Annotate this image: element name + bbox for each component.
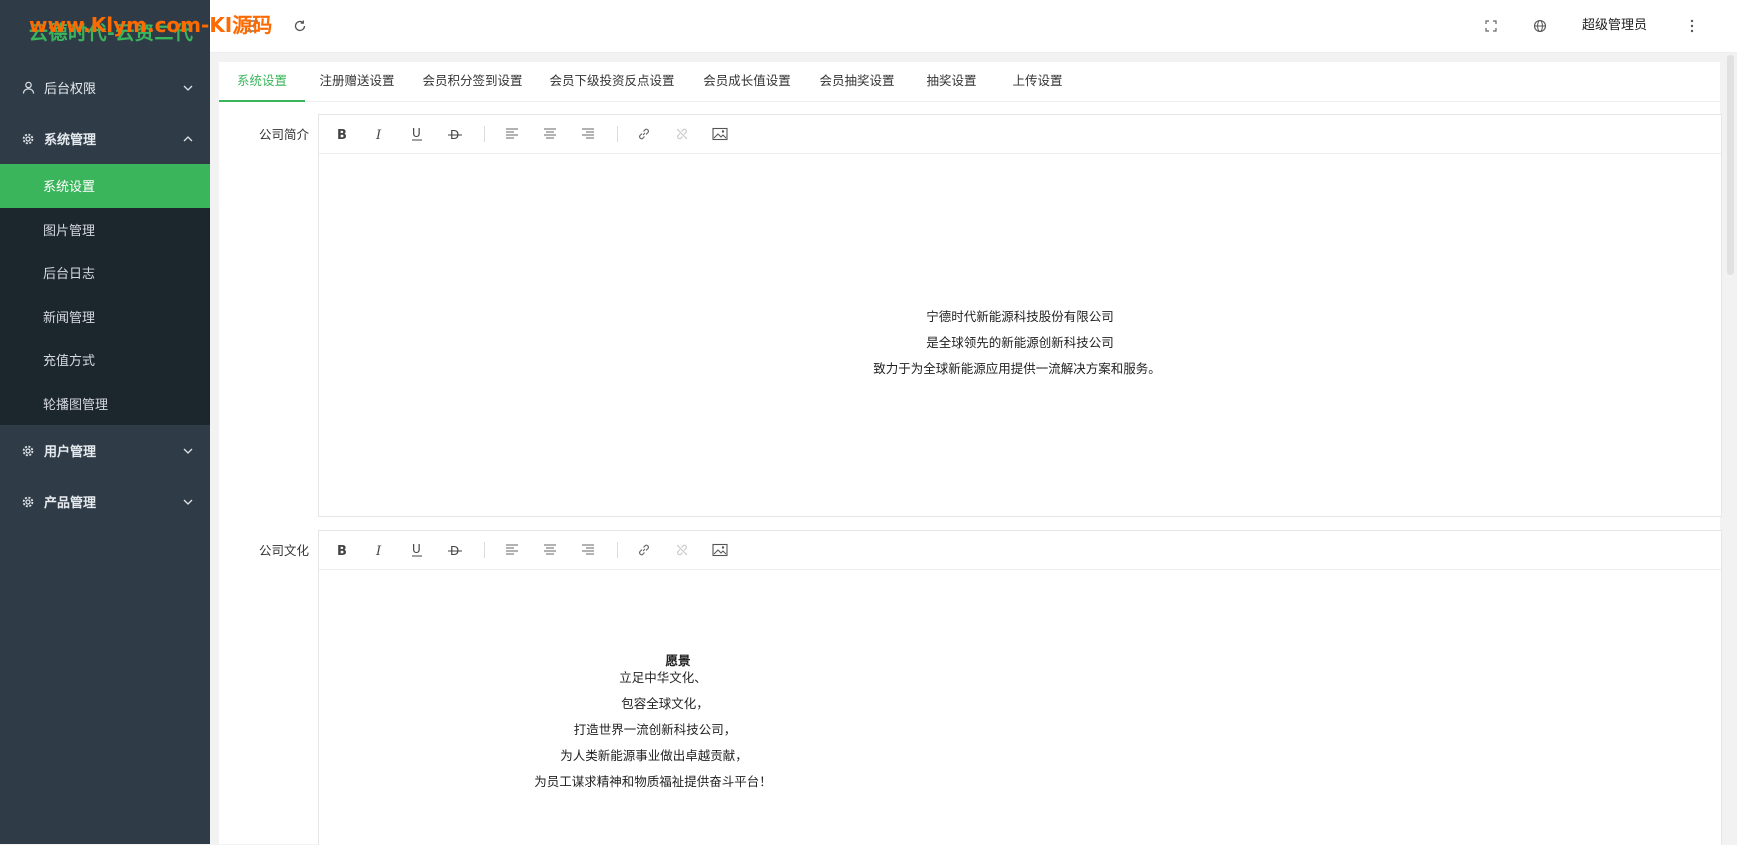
tab-downline-rebate[interactable]: 会员下级投资反点设置 <box>547 62 677 100</box>
tab-member-lottery[interactable]: 会员抽奖设置 <box>817 62 897 100</box>
tab-upload-settings[interactable]: 上传设置 <box>1010 62 1065 100</box>
rich-text-editor-company-intro: B I U D 宁德时代新能源科技股份有限公司 是全球领先的新能源创新科技公司 … <box>318 114 1722 517</box>
content-line: 为员工谋求精神和物质福祉提供奋斗平台！ <box>534 774 772 789</box>
bold-icon[interactable]: B <box>332 540 352 560</box>
watermark: www.Klym.com-KI源码 <box>29 13 273 37</box>
align-right-icon[interactable] <box>578 540 598 560</box>
link-icon[interactable] <box>634 124 654 144</box>
sidebar-group-admin-permissions[interactable]: 后台权限 <box>0 62 210 113</box>
tab-points-checkin[interactable]: 会员积分签到设置 <box>420 62 525 100</box>
align-left-icon[interactable] <box>502 540 522 560</box>
main-panel: 系统设置 注册赠送设置 会员积分签到设置 会员下级投资反点设置 会员成长值设置 … <box>219 62 1722 845</box>
align-center-icon[interactable] <box>540 540 560 560</box>
link-icon[interactable] <box>634 540 654 560</box>
sidebar-group-product-management[interactable]: 产品管理 <box>0 476 210 527</box>
strikethrough-icon[interactable]: D <box>445 124 465 144</box>
content-line: 打造世界一流创新科技公司， <box>573 722 737 737</box>
italic-icon[interactable]: I <box>370 540 390 560</box>
sidebar: 云德时代-云资二代 后台权限 系统管理 系统设置 图片管理 后台日志 新闻管理 … <box>0 0 210 844</box>
sidebar-group-user-management[interactable]: 用户管理 <box>0 425 210 476</box>
content-line: 致力于为全球新能源应用提供一流解决方案和服务。 <box>873 361 1161 376</box>
image-icon[interactable] <box>710 540 730 560</box>
tab-registration-bonus[interactable]: 注册赠送设置 <box>317 62 397 100</box>
content-line: 为人类新能源事业做出卓越贡献， <box>560 748 748 763</box>
more-vertical-icon[interactable] <box>1684 18 1700 34</box>
chevron-down-icon <box>182 82 194 94</box>
gear-icon <box>21 495 35 509</box>
sidebar-item-recharge-methods[interactable]: 充值方式 <box>0 338 210 382</box>
svg-text:U: U <box>412 543 421 556</box>
field-label: 公司文化 <box>258 543 309 558</box>
sidebar-item-admin-logs[interactable]: 后台日志 <box>0 251 210 295</box>
svg-text:I: I <box>375 128 382 141</box>
svg-text:I: I <box>375 544 382 557</box>
unlink-icon[interactable] <box>672 124 692 144</box>
tab-system-settings[interactable]: 系统设置 <box>219 62 305 102</box>
user-icon <box>21 81 35 95</box>
content-line: 是全球领先的新能源创新科技公司 <box>926 335 1114 350</box>
editor-content[interactable]: 愿景 立足中华文化、 包容全球文化， 打造世界一流创新科技公司， 为人类新能源事… <box>319 570 1721 845</box>
sidebar-item-system-settings[interactable]: 系统设置 <box>0 164 210 208</box>
chevron-down-icon <box>182 445 194 457</box>
settings-tabs: 系统设置 注册赠送设置 会员积分签到设置 会员下级投资反点设置 会员成长值设置 … <box>219 62 1720 102</box>
sidebar-group-label: 产品管理 <box>44 496 97 511</box>
underline-icon[interactable]: U <box>407 124 427 144</box>
submenu-system-management: 系统设置 图片管理 后台日志 新闻管理 充值方式 轮播图管理 <box>0 164 210 425</box>
sidebar-item-carousel-management[interactable]: 轮播图管理 <box>0 382 210 426</box>
field-label: 公司简介 <box>258 127 309 142</box>
underline-icon[interactable]: U <box>407 540 427 560</box>
align-center-icon[interactable] <box>540 124 560 144</box>
unlink-icon[interactable] <box>672 540 692 560</box>
svg-text:U: U <box>412 127 421 140</box>
image-icon[interactable] <box>710 124 730 144</box>
tab-growth-value[interactable]: 会员成长值设置 <box>701 62 793 100</box>
sidebar-group-label: 系统管理 <box>44 133 97 148</box>
content-line: 包容全球文化， <box>621 696 709 711</box>
editor-toolbar: B I U D <box>319 115 1721 154</box>
gear-icon <box>21 132 35 146</box>
fullscreen-icon[interactable] <box>1483 18 1499 34</box>
tab-lottery-settings[interactable]: 抽奖设置 <box>924 62 979 100</box>
align-right-icon[interactable] <box>578 124 598 144</box>
refresh-icon[interactable] <box>292 18 308 34</box>
italic-icon[interactable]: I <box>370 124 390 144</box>
sidebar-group-label: 用户管理 <box>44 445 97 460</box>
svg-text:B: B <box>337 544 347 557</box>
page-scrollbar[interactable] <box>1727 55 1734 275</box>
chevron-up-icon <box>182 133 194 145</box>
strikethrough-icon[interactable]: D <box>445 540 465 560</box>
svg-text:B: B <box>337 128 347 141</box>
chevron-down-icon <box>182 496 194 508</box>
align-left-icon[interactable] <box>502 124 522 144</box>
sidebar-item-news-management[interactable]: 新闻管理 <box>0 295 210 339</box>
gear-icon <box>21 444 35 458</box>
sidebar-group-system-management[interactable]: 系统管理 <box>0 113 210 164</box>
rich-text-editor-company-culture: B I U D 愿景 立足中华文化、 包容全球文化， 打造世界一流创新科技公司，… <box>318 530 1722 845</box>
editor-content[interactable]: 宁德时代新能源科技股份有限公司 是全球领先的新能源创新科技公司 致力于为全球新能… <box>319 154 1721 516</box>
top-header: 超级管理员 <box>210 0 1737 53</box>
sidebar-item-image-management[interactable]: 图片管理 <box>0 208 210 252</box>
globe-icon[interactable] <box>1532 18 1548 34</box>
content-line: 立足中华文化、 <box>619 670 707 685</box>
sidebar-group-label: 后台权限 <box>44 82 97 97</box>
content-line: 宁德时代新能源科技股份有限公司 <box>926 309 1114 324</box>
editor-toolbar: B I U D <box>319 531 1721 570</box>
user-menu[interactable]: 超级管理员 <box>1582 0 1647 52</box>
bold-icon[interactable]: B <box>332 124 352 144</box>
